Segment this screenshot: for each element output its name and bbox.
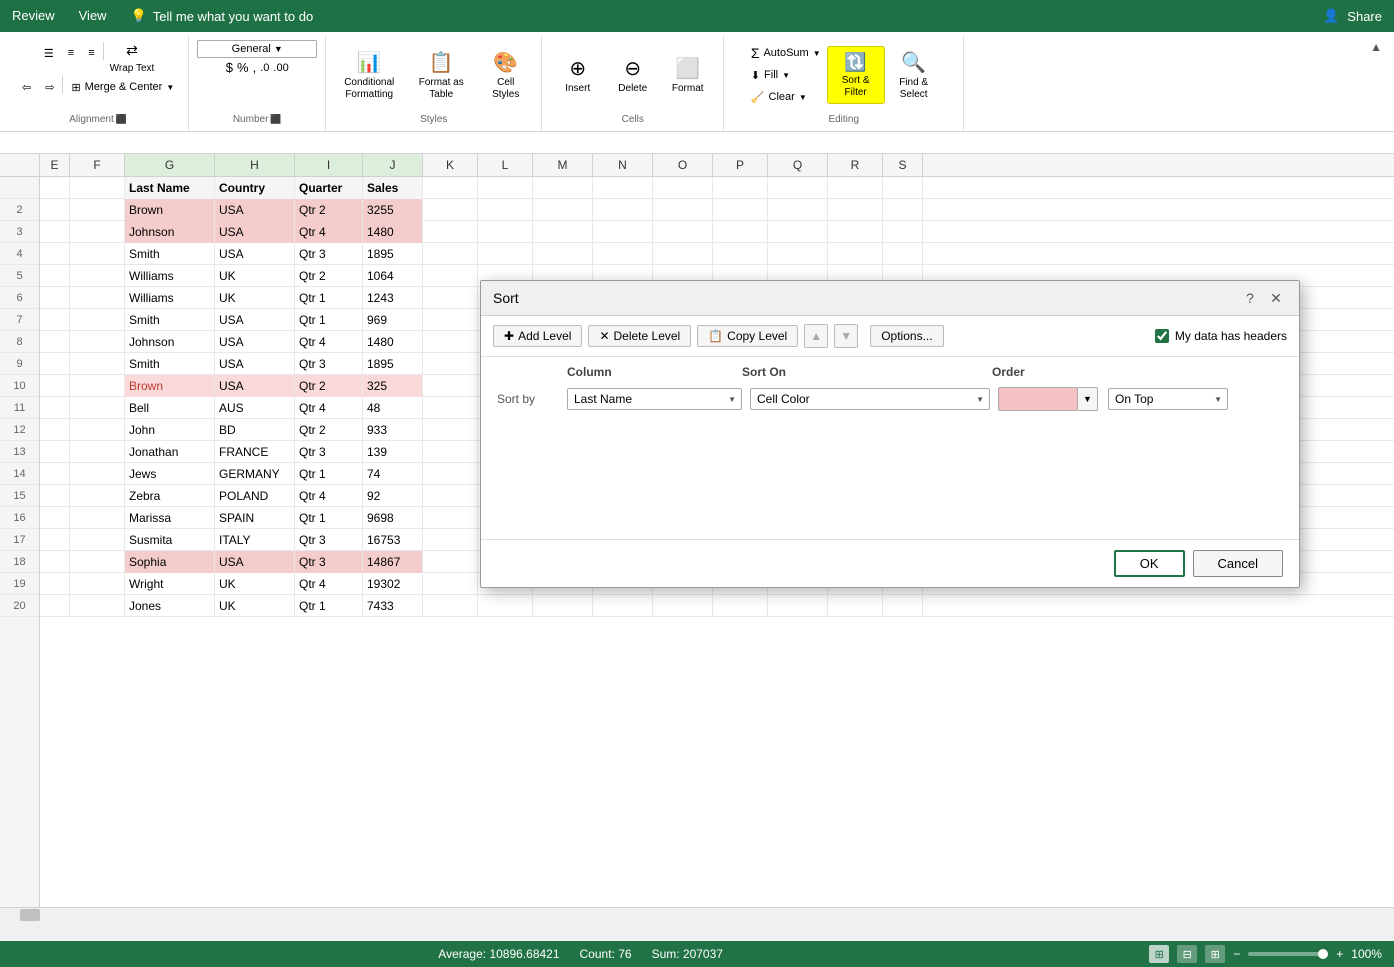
dialog-close-btn[interactable]: ✕ <box>1265 287 1287 309</box>
sort-by-label: Sort by <box>497 392 559 406</box>
my-data-headers-label: My data has headers <box>1175 329 1287 343</box>
options-btn[interactable]: Options... <box>870 325 943 347</box>
dialog-toolbar: ✚ Add Level ✕ Delete Level 📋 Copy Level … <box>481 316 1299 357</box>
order-area: ▼ On Top On Bottom <box>998 387 1228 411</box>
dialog-titlebar: Sort ? ✕ <box>481 281 1299 316</box>
move-down-btn[interactable]: ▼ <box>834 324 858 348</box>
headers-check-area: My data has headers <box>1155 329 1287 343</box>
sort-on-header-label: Sort On <box>742 365 992 379</box>
dialog-controls: ? ✕ <box>1239 287 1287 309</box>
sort-headers-row: Column Sort On Order <box>481 357 1299 379</box>
delete-level-btn[interactable]: ✕ Delete Level <box>588 325 691 347</box>
dialog-title: Sort <box>493 290 519 306</box>
sort-on-select-wrap: Cell Color <box>750 388 990 410</box>
sort-spacer <box>497 365 567 379</box>
add-level-label: Add Level <box>518 329 571 343</box>
column-select-wrap: Last Name <box>567 388 742 410</box>
order-header-label: Order <box>992 365 1283 379</box>
on-top-select[interactable]: On Top On Bottom <box>1108 388 1228 410</box>
copy-level-label: Copy Level <box>727 329 787 343</box>
dialog-overlay: Sort ? ✕ ✚ Add Level ✕ Delete Level 📋 Co… <box>0 0 1394 967</box>
sort-on-select[interactable]: Cell Color <box>750 388 990 410</box>
on-top-select-wrap: On Top On Bottom <box>1108 388 1228 410</box>
my-data-headers-checkbox[interactable] <box>1155 329 1169 343</box>
column-select[interactable]: Last Name <box>567 388 742 410</box>
move-up-btn[interactable]: ▲ <box>804 324 828 348</box>
dialog-footer: OK Cancel <box>481 539 1299 587</box>
color-swatch-dropdown[interactable]: ▼ <box>1078 387 1098 411</box>
copy-level-icon: 📋 <box>708 329 723 343</box>
copy-level-btn[interactable]: 📋 Copy Level <box>697 325 798 347</box>
dialog-help-btn[interactable]: ? <box>1239 287 1261 309</box>
sort-empty-area <box>481 419 1299 539</box>
color-swatch[interactable] <box>998 387 1078 411</box>
column-header-label: Column <box>567 365 742 379</box>
add-level-btn[interactable]: ✚ Add Level <box>493 325 582 347</box>
add-level-icon: ✚ <box>504 329 514 343</box>
delete-level-label: Delete Level <box>614 329 681 343</box>
sort-dialog: Sort ? ✕ ✚ Add Level ✕ Delete Level 📋 Co… <box>480 280 1300 588</box>
sort-row: Sort by Last Name Cell Color ▼ <box>481 379 1299 419</box>
delete-level-icon: ✕ <box>599 329 609 343</box>
ok-btn[interactable]: OK <box>1114 550 1185 577</box>
cancel-btn[interactable]: Cancel <box>1193 550 1283 577</box>
